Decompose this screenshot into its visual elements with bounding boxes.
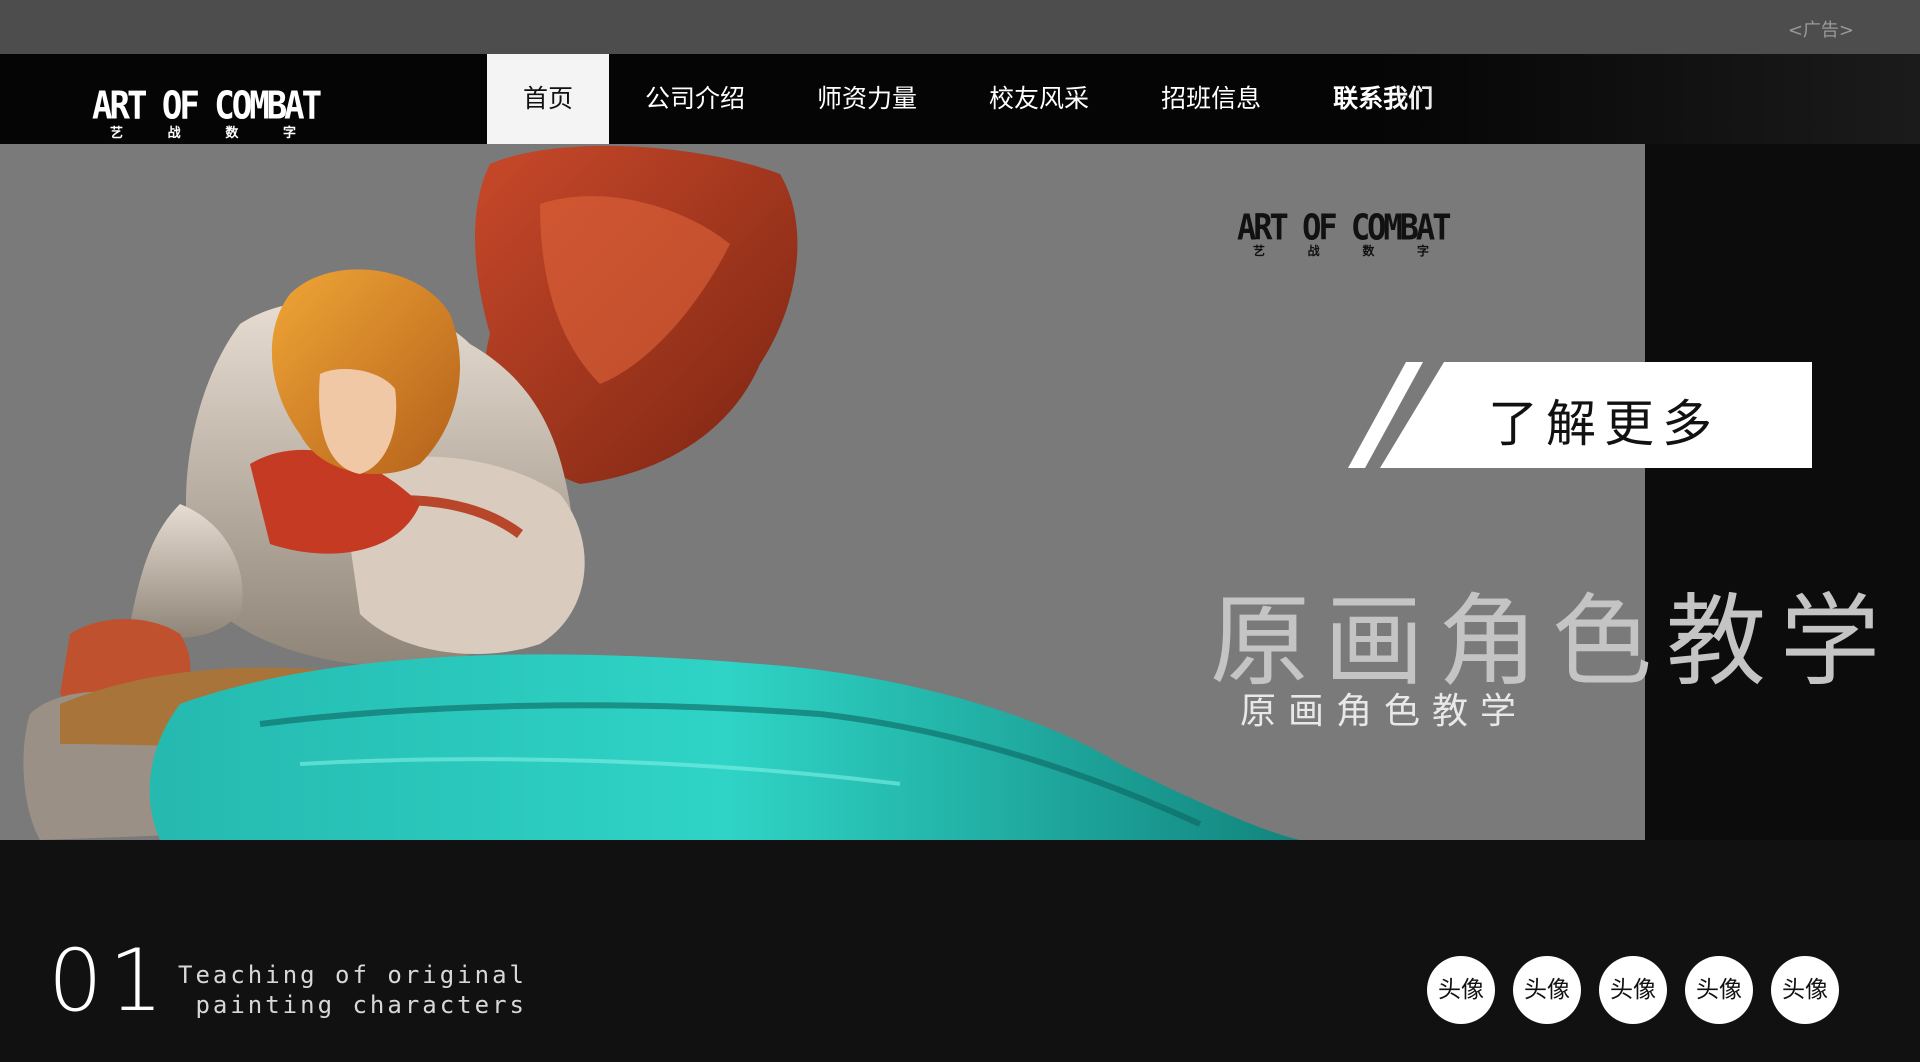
learn-more-label: 了解更多	[1488, 395, 1720, 453]
hero-logo-sub-char: 艺	[1253, 244, 1266, 258]
nav-item-home[interactable]: 首页	[487, 54, 610, 144]
avatar-list: 头像 头像 头像 头像 头像	[1427, 956, 1857, 1024]
avatar[interactable]: 头像	[1427, 956, 1495, 1024]
avatar[interactable]: 头像	[1685, 956, 1753, 1024]
main-menu: 首页 公司介绍 师资力量 校友风采 招班信息 联系我们	[487, 54, 1469, 144]
nav-item-enrollment[interactable]: 招班信息	[1125, 54, 1297, 144]
section-english-caption: Teaching of original painting characters	[178, 960, 527, 1020]
english-caption-line: painting characters	[195, 991, 527, 1019]
hero-logo: ART OF COMBAT 艺 战 数 字	[1237, 206, 1457, 259]
nav-item-company[interactable]: 公司介绍	[609, 54, 781, 144]
nav-item-alumni[interactable]: 校友风采	[953, 54, 1125, 144]
site-logo[interactable]: ART OF COMBAT 艺 战 数 字	[92, 84, 322, 141]
logo-sub-char: 数	[225, 126, 239, 141]
hero-banner: ART OF COMBAT 艺 战 数 字	[0, 144, 1645, 840]
avatar[interactable]: 头像	[1771, 956, 1839, 1024]
logo-sub-char: 艺	[110, 126, 124, 141]
hero-logo-subtitle: 艺 战 数 字	[1253, 242, 1429, 259]
logo-sub-char: 战	[167, 126, 181, 141]
hero-logo-sub-char: 字	[1416, 244, 1429, 258]
english-caption-line: Teaching of original	[178, 961, 527, 989]
avatar[interactable]: 头像	[1513, 956, 1581, 1024]
learn-more-button[interactable]: 了解更多	[1348, 362, 1812, 468]
hero-title: 原画角色教学	[1210, 583, 1894, 700]
avatar[interactable]: 头像	[1599, 956, 1667, 1024]
section-number: 01	[48, 931, 170, 1031]
nav-gradient	[1380, 54, 1920, 144]
hero-logo-sub-char: 数	[1362, 244, 1375, 258]
hero-logo-sub-char: 战	[1307, 244, 1320, 258]
nav-item-teachers[interactable]: 师资力量	[781, 54, 953, 144]
hero-side-panel	[1645, 144, 1920, 840]
logo-subtitle: 艺 战 数 字	[110, 122, 296, 141]
hero-character-illustration	[23, 145, 1300, 840]
top-nav: ART OF COMBAT 艺 战 数 字 首页 公司介绍 师资力量 校友风采 …	[0, 54, 1920, 144]
ad-bar: <广告>	[0, 0, 1920, 54]
ad-label[interactable]: <广告>	[1788, 16, 1854, 42]
logo-sub-char: 字	[282, 126, 296, 141]
